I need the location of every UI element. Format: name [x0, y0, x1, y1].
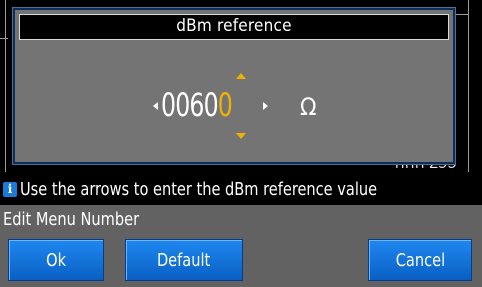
- background-tick-right: [456, 14, 468, 15]
- cancel-button-label: Cancel: [395, 250, 445, 271]
- arrow-down-icon[interactable]: [236, 133, 246, 139]
- default-button[interactable]: Default: [125, 239, 243, 281]
- info-icon: i: [3, 182, 17, 197]
- ok-button-label: Ok: [46, 250, 66, 271]
- value-digit-selected[interactable]: 0: [218, 86, 233, 124]
- cancel-button[interactable]: Cancel: [368, 239, 472, 281]
- button-row: Ok Default Cancel: [0, 235, 482, 287]
- info-text: Use the arrows to enter the dBm referenc…: [20, 179, 378, 200]
- menu-label: Edit Menu Number: [0, 205, 482, 235]
- menu-label-text: Edit Menu Number: [3, 209, 140, 230]
- value-editor[interactable]: 00600 Ω: [15, 10, 453, 162]
- background-tick-left: [0, 38, 8, 39]
- arrow-right-icon[interactable]: [263, 102, 268, 110]
- value-digits[interactable]: 00600: [161, 86, 233, 124]
- default-button-label: Default: [157, 250, 211, 271]
- ok-button[interactable]: Ok: [8, 239, 104, 281]
- info-bar: i Use the arrows to enter the dBm refere…: [0, 175, 482, 205]
- dbm-reference-dialog: dBm reference 00600 Ω: [13, 8, 455, 164]
- arrow-up-icon[interactable]: [236, 73, 246, 79]
- unit-label: Ω: [300, 93, 317, 121]
- arrow-left-icon[interactable]: [153, 102, 158, 110]
- value-digits-fixed: 0060: [161, 86, 219, 124]
